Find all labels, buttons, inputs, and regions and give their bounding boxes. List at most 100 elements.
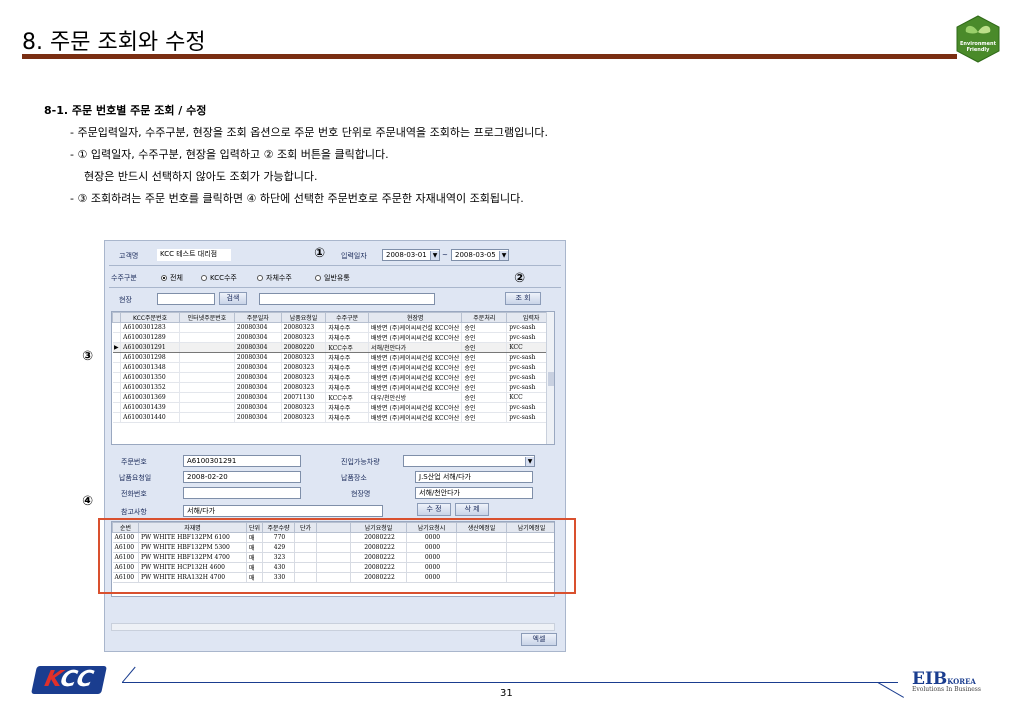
order-cell[interactable]: 20080323 [281, 402, 327, 413]
order-cell[interactable]: 승인 [461, 382, 508, 393]
chevron-down-icon[interactable]: ▼ [499, 251, 508, 260]
order-row[interactable]: A6100301369 20080304 20071130 KCC수주 대우/천안신방 승… [112, 392, 554, 403]
radio-all[interactable]: 전체 [161, 273, 183, 283]
order-row[interactable]: A6100301439 20080304 20080323 자체수주 배방면 (주)케이… [112, 402, 554, 413]
order-cell[interactable] [179, 382, 235, 393]
order-cell[interactable] [179, 362, 235, 373]
order-cell[interactable]: 20080304 [234, 392, 282, 403]
grid-header-cell[interactable]: 현장명 [368, 312, 463, 323]
order-cell[interactable]: 20080304 [234, 332, 282, 343]
order-number-field[interactable]: A6100301291 [183, 455, 301, 467]
delete-button[interactable]: 삭 제 [455, 503, 489, 516]
order-cell[interactable]: A6100301283 [120, 322, 181, 333]
order-cell[interactable]: 20080304 [234, 322, 282, 333]
order-cell[interactable]: A6100301289 [120, 332, 181, 343]
order-cell[interactable]: 20080304 [234, 412, 282, 423]
order-cell[interactable]: 서해/천안다가 [368, 342, 463, 353]
modify-button[interactable]: 수 정 [417, 503, 451, 516]
order-cell[interactable]: 20080323 [281, 382, 327, 393]
order-cell[interactable]: 자체수주 [325, 322, 370, 333]
order-cell[interactable]: 20080304 [234, 342, 282, 353]
delivery-request-field[interactable]: 2008-02-20 [183, 471, 301, 483]
order-cell[interactable]: 20080323 [281, 412, 327, 423]
order-cell[interactable] [179, 372, 235, 383]
order-cell[interactable]: 승인 [461, 322, 508, 333]
order-cell[interactable]: 자체수주 [325, 402, 370, 413]
memo-field[interactable]: 서해/다가 [183, 505, 383, 517]
order-cell[interactable]: 대우/천안신방 [368, 392, 463, 403]
date-from-input[interactable]: 2008-03-01 ▼ [382, 249, 440, 261]
order-cell[interactable]: 20080323 [281, 322, 327, 333]
order-cell[interactable]: 자체수주 [325, 352, 370, 363]
order-cell[interactable]: 승인 [461, 362, 508, 373]
site-name-input[interactable] [259, 293, 435, 305]
order-row[interactable]: A6100301440 20080304 20080323 자체수주 배방면 (주)케이… [112, 412, 554, 423]
grid-header-cell[interactable]: 수주구분 [325, 312, 370, 323]
order-row[interactable]: ▶ A6100301291 20080304 20080220 KCC수주 서해/천안다가… [112, 342, 554, 353]
order-row[interactable]: A6100301352 20080304 20080323 자체수주 배방면 (주)케이… [112, 382, 554, 393]
scrollbar-thumb[interactable] [548, 372, 554, 386]
order-cell[interactable]: 20080323 [281, 362, 327, 373]
vehicle-access-select[interactable]: ▼ [403, 455, 535, 467]
chevron-down-icon[interactable]: ▼ [430, 251, 439, 260]
date-to-input[interactable]: 2008-03-05 ▼ [451, 249, 509, 261]
order-cell[interactable] [179, 322, 235, 333]
order-cell[interactable]: 자체수주 [325, 362, 370, 373]
order-cell[interactable]: A6100301439 [120, 402, 181, 413]
order-cell[interactable]: 20071130 [281, 392, 327, 403]
grid-header-cell[interactable]: 납품요청일 [280, 312, 327, 323]
order-row[interactable]: A6100301283 20080304 20080323 자체수주 배방면 (주)케이… [112, 322, 554, 333]
order-cell[interactable]: 20080304 [234, 402, 282, 413]
order-row[interactable]: A6100301298 20080304 20080323 자체수주 배방면 (주)케이… [112, 352, 554, 363]
site-code-input[interactable] [157, 293, 215, 305]
grid-header-cell[interactable]: 주문처리 [461, 312, 508, 323]
order-cell[interactable] [179, 332, 235, 343]
order-cell[interactable]: 20080323 [281, 332, 327, 343]
order-cell[interactable]: A6100301369 [120, 392, 181, 403]
order-cell[interactable]: 승인 [461, 372, 508, 383]
order-cell[interactable]: 자체수주 [325, 412, 370, 423]
order-row[interactable]: A6100301350 20080304 20080323 자체수주 배방면 (주)케이… [112, 372, 554, 383]
radio-kcc-order[interactable]: KCC수주 [201, 273, 237, 283]
chevron-down-icon[interactable]: ▼ [525, 457, 534, 466]
grid-header-cell[interactable]: 주문일자 [233, 312, 282, 323]
order-cell[interactable]: 승인 [461, 352, 508, 363]
site-search-button[interactable]: 검색 [219, 292, 247, 305]
order-cell[interactable] [179, 412, 235, 423]
order-cell[interactable]: 20080323 [281, 352, 327, 363]
order-cell[interactable] [179, 352, 235, 363]
order-cell[interactable]: 배방면 (주)케이씨씨건설 KCC아산 [368, 372, 463, 383]
order-cell[interactable]: KCC수주 [325, 392, 370, 403]
order-cell[interactable]: 승인 [461, 402, 508, 413]
order-cell[interactable]: 20080323 [281, 372, 327, 383]
order-cell[interactable]: 20080304 [234, 362, 282, 373]
order-cell[interactable]: A6100301348 [120, 362, 181, 373]
order-cell[interactable]: 배방면 (주)케이씨씨건설 KCC아산 [368, 322, 463, 333]
query-button[interactable]: 조 회 [505, 292, 541, 305]
radio-self-order[interactable]: 자체수주 [257, 273, 292, 283]
site-name-field[interactable]: 서해/천안다가 [415, 487, 533, 499]
phone-field[interactable] [183, 487, 301, 499]
order-cell[interactable] [179, 392, 235, 403]
horizontal-scrollbar[interactable] [111, 623, 555, 631]
order-cell[interactable]: 자체수주 [325, 382, 370, 393]
grid-header-cell[interactable]: 인터넷주문번호 [179, 312, 235, 323]
order-cell[interactable]: 승인 [461, 412, 508, 423]
delivery-place-field[interactable]: J.S산업 서해/다가 [415, 471, 533, 483]
order-cell[interactable]: A6100301291 [120, 342, 181, 353]
order-cell[interactable] [179, 402, 235, 413]
order-cell[interactable] [179, 342, 235, 353]
order-cell[interactable]: 배방면 (주)케이씨씨건설 KCC아산 [368, 382, 463, 393]
grid-vertical-scrollbar[interactable] [546, 312, 554, 444]
order-cell[interactable]: A6100301350 [120, 372, 181, 383]
order-cell[interactable]: 배방면 (주)케이씨씨건설 KCC아산 [368, 352, 463, 363]
order-cell[interactable]: A6100301440 [120, 412, 181, 423]
excel-export-button[interactable]: 엑셀 [521, 633, 557, 646]
order-cell[interactable]: KCC수주 [325, 342, 370, 353]
order-cell[interactable]: 20080304 [234, 382, 282, 393]
grid-header-cell[interactable]: KCC주문번호 [120, 312, 181, 323]
order-cell[interactable]: 자체수주 [325, 372, 370, 383]
order-cell[interactable]: 배방면 (주)케이씨씨건설 KCC아산 [368, 332, 463, 343]
order-cell[interactable]: 배방면 (주)케이씨씨건설 KCC아산 [368, 402, 463, 413]
order-cell[interactable]: 20080304 [234, 372, 282, 383]
